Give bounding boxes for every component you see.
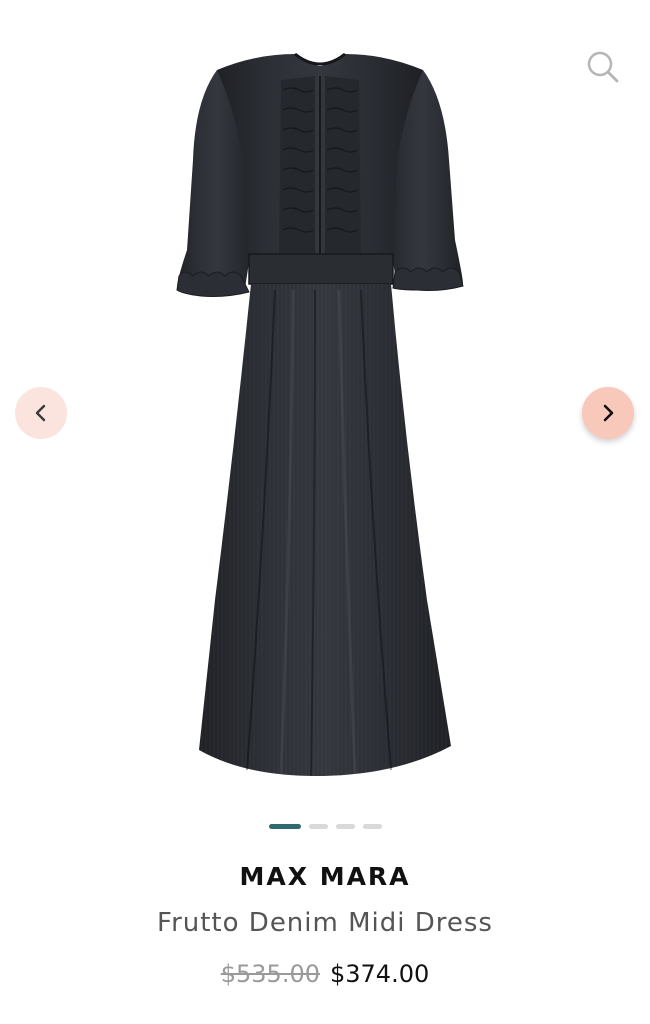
- product-brand: MAX MARA: [239, 862, 411, 891]
- price-row: $535.00 $374.00: [0, 960, 650, 988]
- chevron-right-icon: [603, 404, 614, 422]
- carousel-dot-3[interactable]: [335, 824, 355, 829]
- product-image-gallery[interactable]: [0, 0, 650, 800]
- sale-price: $374.00: [330, 960, 430, 988]
- product-image: [176, 52, 464, 777]
- product-name[interactable]: Frutto Denim Midi Dress: [0, 908, 650, 938]
- carousel-dot-4[interactable]: [362, 824, 382, 829]
- carousel-dot-2[interactable]: [308, 824, 328, 829]
- carousel-dot-1[interactable]: [268, 824, 301, 829]
- carousel-pagination: [0, 824, 650, 829]
- next-image-button[interactable]: [582, 387, 634, 439]
- original-price: $535.00: [220, 960, 320, 988]
- previous-image-button[interactable]: [15, 387, 67, 439]
- chevron-left-icon: [35, 404, 46, 422]
